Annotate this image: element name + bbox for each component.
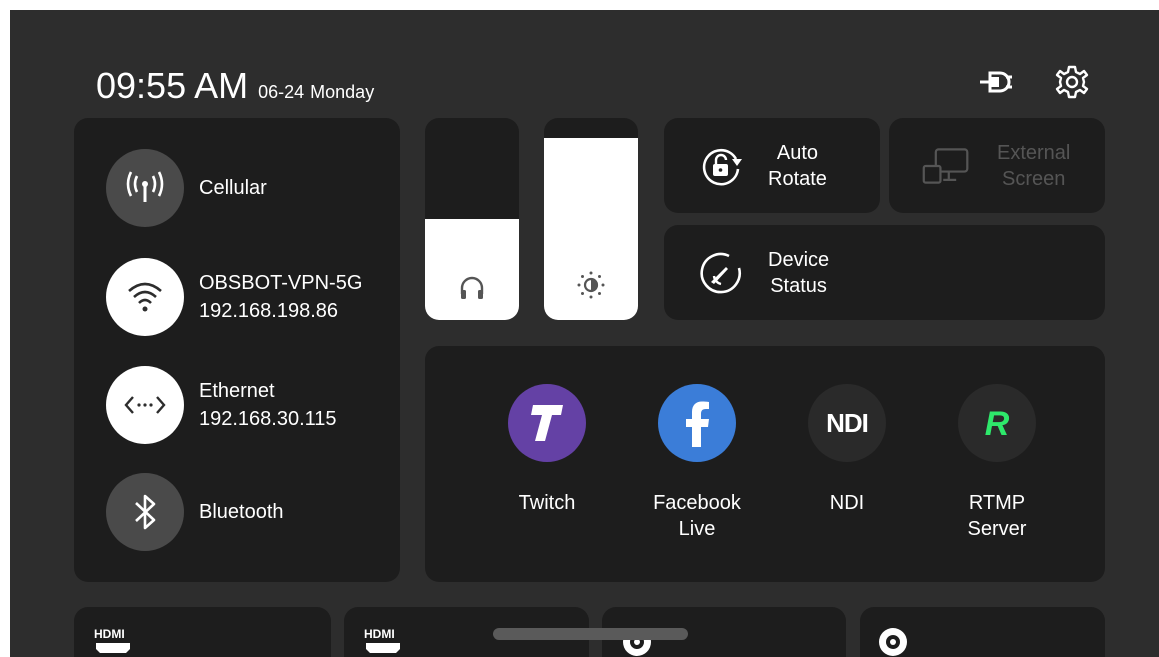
power-plug-icon[interactable] bbox=[976, 62, 1016, 102]
network-name: OBSBOT-VPN-5G bbox=[199, 272, 363, 294]
tile-label-line2: Rotate bbox=[768, 167, 827, 190]
svg-text:NDI: NDI bbox=[826, 408, 868, 438]
tile-label-line1: Auto bbox=[776, 141, 819, 164]
external-screen-tile[interactable]: External Screen bbox=[889, 118, 1105, 213]
network-item-wifi[interactable]: OBSBOT-VPN-5G 192.168.198.86 bbox=[106, 258, 362, 336]
network-item-bluetooth[interactable]: Bluetooth bbox=[106, 473, 284, 551]
svg-text:R: R bbox=[985, 405, 1010, 443]
network-name: Bluetooth bbox=[199, 501, 284, 523]
svg-text:HDMI: HDMI bbox=[94, 627, 125, 641]
ndi-logo-icon: NDI bbox=[808, 384, 886, 462]
tile-label-line1: External bbox=[997, 141, 1071, 164]
headphones-icon bbox=[425, 274, 519, 300]
stream-option-facebook-live[interactable]: Facebook Live bbox=[627, 384, 767, 542]
stream-label-line2: Server bbox=[967, 518, 1027, 540]
drag-handle[interactable] bbox=[493, 628, 688, 640]
clock-day: Monday bbox=[310, 82, 375, 102]
streaming-panel: Twitch Facebook Live NDI NDI R RTMP Serv… bbox=[425, 346, 1105, 582]
network-detail: 192.168.198.86 bbox=[199, 300, 339, 322]
source-card-camera-2[interactable] bbox=[860, 607, 1105, 657]
cellular-antenna-icon bbox=[106, 149, 184, 227]
volume-slider[interactable] bbox=[425, 118, 519, 320]
clock-date: 06-24 bbox=[258, 82, 305, 102]
stream-label-line1: NDI bbox=[829, 492, 865, 514]
network-item-cellular[interactable]: Cellular bbox=[106, 149, 267, 227]
gauge-icon bbox=[696, 248, 746, 298]
wifi-icon bbox=[106, 258, 184, 336]
control-center-screen: 09:55 AM 06-24 Monday Cellular OBSBOT-VP… bbox=[10, 10, 1159, 657]
camera-target-icon bbox=[876, 625, 910, 657]
facebook-logo-icon bbox=[658, 384, 736, 462]
volume-slider-fill bbox=[425, 219, 519, 320]
network-item-ethernet[interactable]: Ethernet 192.168.30.115 bbox=[106, 366, 337, 444]
bluetooth-icon bbox=[106, 473, 184, 551]
stream-option-twitch[interactable]: Twitch bbox=[477, 384, 617, 516]
clock-time: 09:55 AM bbox=[96, 65, 249, 106]
brightness-slider[interactable] bbox=[544, 118, 638, 320]
network-panel: Cellular OBSBOT-VPN-5G 192.168.198.86 Et… bbox=[74, 118, 400, 582]
network-name: Cellular bbox=[199, 177, 267, 199]
stream-label-line2: Live bbox=[678, 518, 716, 540]
tile-label-line2: Status bbox=[770, 274, 827, 297]
source-card-hdmi-1[interactable]: HDMI bbox=[74, 607, 331, 657]
stream-label-line1: RTMP bbox=[968, 492, 1026, 514]
ethernet-icon bbox=[106, 366, 184, 444]
brightness-icon bbox=[544, 270, 638, 300]
hdmi-icon: HDMI bbox=[364, 627, 404, 657]
device-status-tile[interactable]: Device Status bbox=[664, 225, 1105, 320]
auto-rotate-tile[interactable]: Auto Rotate bbox=[664, 118, 880, 213]
external-screen-icon bbox=[921, 141, 971, 191]
stream-option-ndi[interactable]: NDI NDI bbox=[777, 384, 917, 516]
rtmp-logo-icon: R bbox=[958, 384, 1036, 462]
twitch-logo-icon bbox=[508, 384, 586, 462]
auto-rotate-icon bbox=[696, 141, 746, 191]
stream-option-rtmp-server[interactable]: R RTMP Server bbox=[927, 384, 1067, 542]
tile-label-line1: Device bbox=[768, 248, 830, 271]
tile-label-line2: Screen bbox=[1002, 167, 1066, 190]
status-bar: 09:55 AM 06-24 Monday bbox=[96, 65, 374, 107]
stream-label-line1: Facebook bbox=[653, 492, 741, 514]
network-detail: 192.168.30.115 bbox=[199, 408, 337, 430]
svg-text:HDMI: HDMI bbox=[364, 627, 395, 641]
stream-label-line1: Twitch bbox=[518, 492, 576, 514]
gear-icon[interactable] bbox=[1052, 62, 1092, 102]
network-name: Ethernet bbox=[199, 380, 275, 402]
hdmi-icon: HDMI bbox=[94, 627, 134, 657]
